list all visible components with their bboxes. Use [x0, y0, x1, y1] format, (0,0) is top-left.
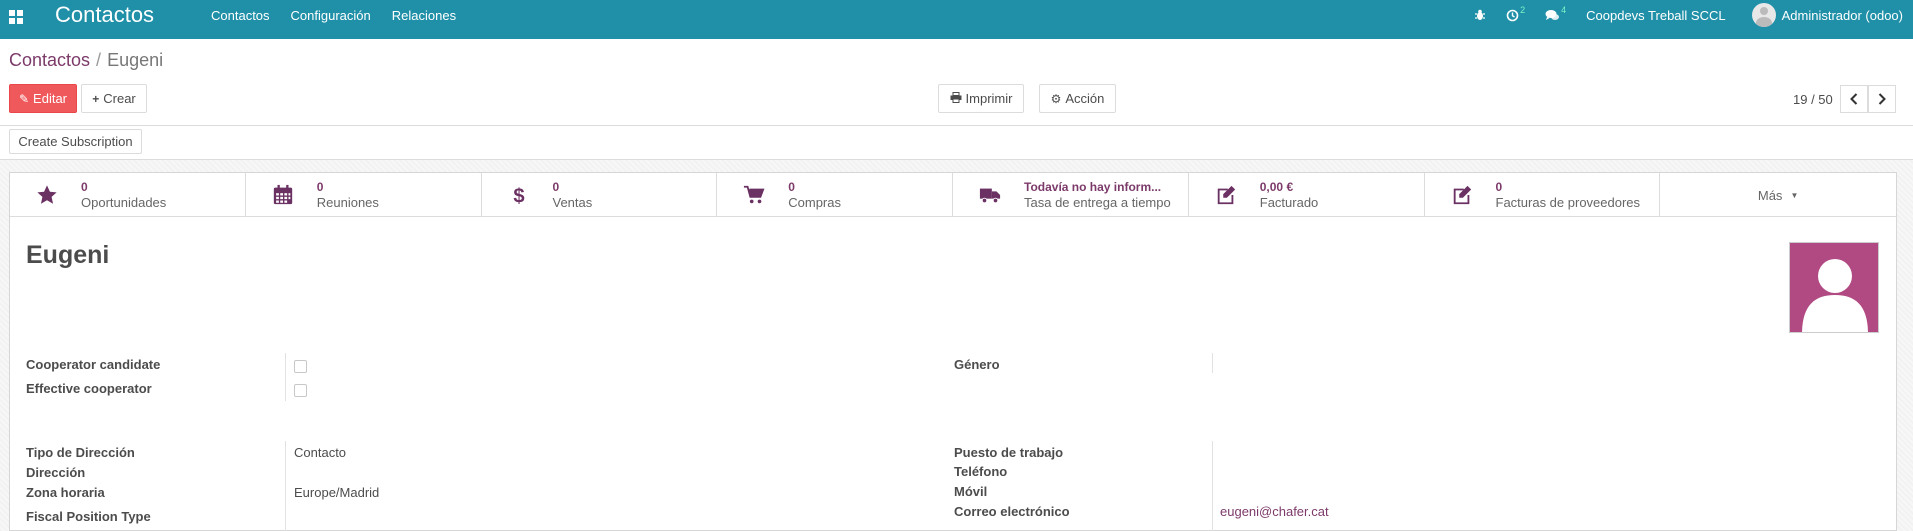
more-label: Más [1757, 187, 1783, 203]
caret-down-icon: ▼ [1790, 190, 1799, 200]
label-gender: Género [954, 357, 1000, 372]
stat-label: Tasa de entrega a tiempo [1024, 195, 1171, 210]
value-address-type[interactable]: Contacto [294, 445, 346, 460]
svg-text:$: $ [513, 185, 524, 206]
stat-value: 0 [316, 180, 324, 194]
stat-button-oportunidades[interactable]: 0 Oportunidades [10, 173, 246, 217]
breadcrumb-contactos[interactable]: Contactos [9, 50, 90, 71]
form-sheet: 0 Oportunidades 0 Reuniones $ 0 Ventas 0… [9, 172, 1897, 531]
value-timezone[interactable]: Europe/Madrid [294, 485, 379, 500]
debug-bug-icon[interactable] [1474, 9, 1486, 21]
stat-button-facturas-proveedores[interactable]: 0 Facturas de proveedores [1425, 173, 1661, 217]
label-address-type: Tipo de Dirección [26, 445, 135, 460]
plus-icon: + [92, 91, 100, 106]
partner-name[interactable]: Eugeni [26, 241, 109, 270]
partner-avatar[interactable] [1789, 242, 1879, 333]
label-job-position: Puesto de trabajo [954, 445, 1064, 460]
chevron-right-icon [1878, 93, 1886, 105]
stat-value: 0 [1495, 180, 1503, 194]
label-mobile: Móvil [954, 484, 988, 499]
more-dropdown[interactable]: Más ▼ [1660, 173, 1896, 217]
smart-button-box: 0 Oportunidades 0 Reuniones $ 0 Ventas 0… [10, 173, 1896, 217]
menu-relaciones[interactable]: Relaciones [392, 8, 456, 23]
action-button-label: Acción [1065, 91, 1105, 106]
print-button-label: Imprimir [965, 91, 1013, 106]
printer-icon [950, 91, 962, 106]
stat-label: Ventas [552, 195, 593, 210]
label-phone: Teléfono [954, 464, 1008, 479]
stat-button-compras[interactable]: 0 Compras [717, 173, 953, 217]
stat-label: Facturas de proveedores [1495, 195, 1641, 210]
stat-label: Facturado [1259, 195, 1319, 210]
create-button[interactable]: + Crear [81, 84, 147, 113]
edit-icon [1442, 184, 1482, 206]
top-navbar: Contactos Contactos Configuración Relaci… [0, 0, 1913, 39]
action-button[interactable]: ⚙ Acción [1039, 84, 1116, 113]
field-separator [285, 441, 286, 531]
chevron-left-icon [1850, 93, 1858, 105]
stat-value: Todavía no hay inform... [1024, 180, 1162, 194]
stat-value: 0 [552, 180, 560, 194]
field-separator [285, 353, 286, 401]
apps-menu-icon[interactable] [9, 10, 23, 24]
stat-label: Oportunidades [81, 195, 167, 210]
stat-value: 0,00 € [1259, 180, 1294, 194]
menu-contactos[interactable]: Contactos [211, 8, 270, 23]
stat-button-reuniones[interactable]: 0 Reuniones [246, 173, 482, 217]
label-timezone: Zona horaria [26, 485, 105, 500]
company-switcher[interactable]: Coopdevs Treball SCCL [1586, 8, 1725, 23]
checkbox-effective-cooperator[interactable] [294, 384, 307, 397]
label-email: Correo electrónico [954, 504, 1070, 519]
pager-value[interactable]: 19 / 50 [1793, 92, 1833, 107]
create-button-label: Crear [103, 91, 136, 106]
print-button[interactable]: Imprimir [938, 84, 1024, 113]
value-email[interactable]: eugeni@chafer.cat [1220, 504, 1329, 519]
cart-icon [734, 184, 774, 206]
field-separator [1212, 441, 1213, 531]
breadcrumb: Contactos / Eugeni [9, 50, 163, 71]
stat-label: Compras [788, 195, 841, 210]
breadcrumb-separator: / [96, 50, 102, 70]
label-address: Dirección [26, 465, 86, 480]
stat-label: Reuniones [316, 195, 379, 210]
stat-value: 0 [81, 180, 88, 194]
star-icon [27, 184, 67, 206]
user-name: Administrador (odoo) [1781, 7, 1903, 23]
label-fiscal-position-type: Fiscal Position Type [26, 509, 151, 524]
label-effective-cooperator: Effective cooperator [26, 381, 152, 396]
form-statusbar [0, 126, 1913, 160]
stat-button-facturado[interactable]: 0,00 € Facturado [1189, 173, 1425, 217]
app-title: Contactos [55, 2, 155, 27]
checkbox-cooperator-candidate[interactable] [294, 360, 307, 373]
pencil-icon: ✎ [18, 91, 30, 106]
breadcrumb-current: Eugeni [107, 50, 164, 70]
messages-count-badge: 4 [1561, 5, 1567, 15]
stat-button-ventas[interactable]: $ 0 Ventas [482, 173, 718, 217]
calendar-icon [263, 184, 303, 206]
edit-button[interactable]: ✎ Editar [9, 84, 77, 113]
dollar-icon: $ [499, 184, 539, 206]
person-placeholder-icon [1802, 259, 1868, 332]
activities-count-badge: 2 [1520, 5, 1526, 15]
create-subscription-button[interactable]: Create Subscription [9, 129, 142, 154]
pager-next-button[interactable] [1868, 85, 1896, 113]
main-menu: Contactos Configuración Relaciones [211, 0, 477, 30]
messages-chat-icon[interactable]: 4 [1545, 5, 1566, 22]
stat-button-tasa-entrega[interactable]: Todavía no hay inform... Tasa de entrega… [953, 173, 1189, 217]
pager-previous-button[interactable] [1840, 85, 1868, 113]
menu-configuracion[interactable]: Configuración [291, 8, 371, 23]
field-separator [1212, 353, 1213, 373]
truck-icon [970, 184, 1010, 206]
gear-icon: ⚙ [1050, 91, 1062, 106]
systray: 2 4 Coopdevs Treball SCCL Administrador … [1474, 0, 1913, 30]
user-avatar [1751, 3, 1776, 27]
user-menu[interactable]: Administrador (odoo) [1751, 3, 1903, 27]
label-cooperator-candidate: Cooperator candidate [26, 357, 161, 372]
stat-value: 0 [788, 180, 795, 194]
edit-icon [1206, 184, 1246, 206]
edit-button-label: Editar [33, 91, 68, 106]
activities-clock-icon[interactable]: 2 [1506, 5, 1525, 22]
